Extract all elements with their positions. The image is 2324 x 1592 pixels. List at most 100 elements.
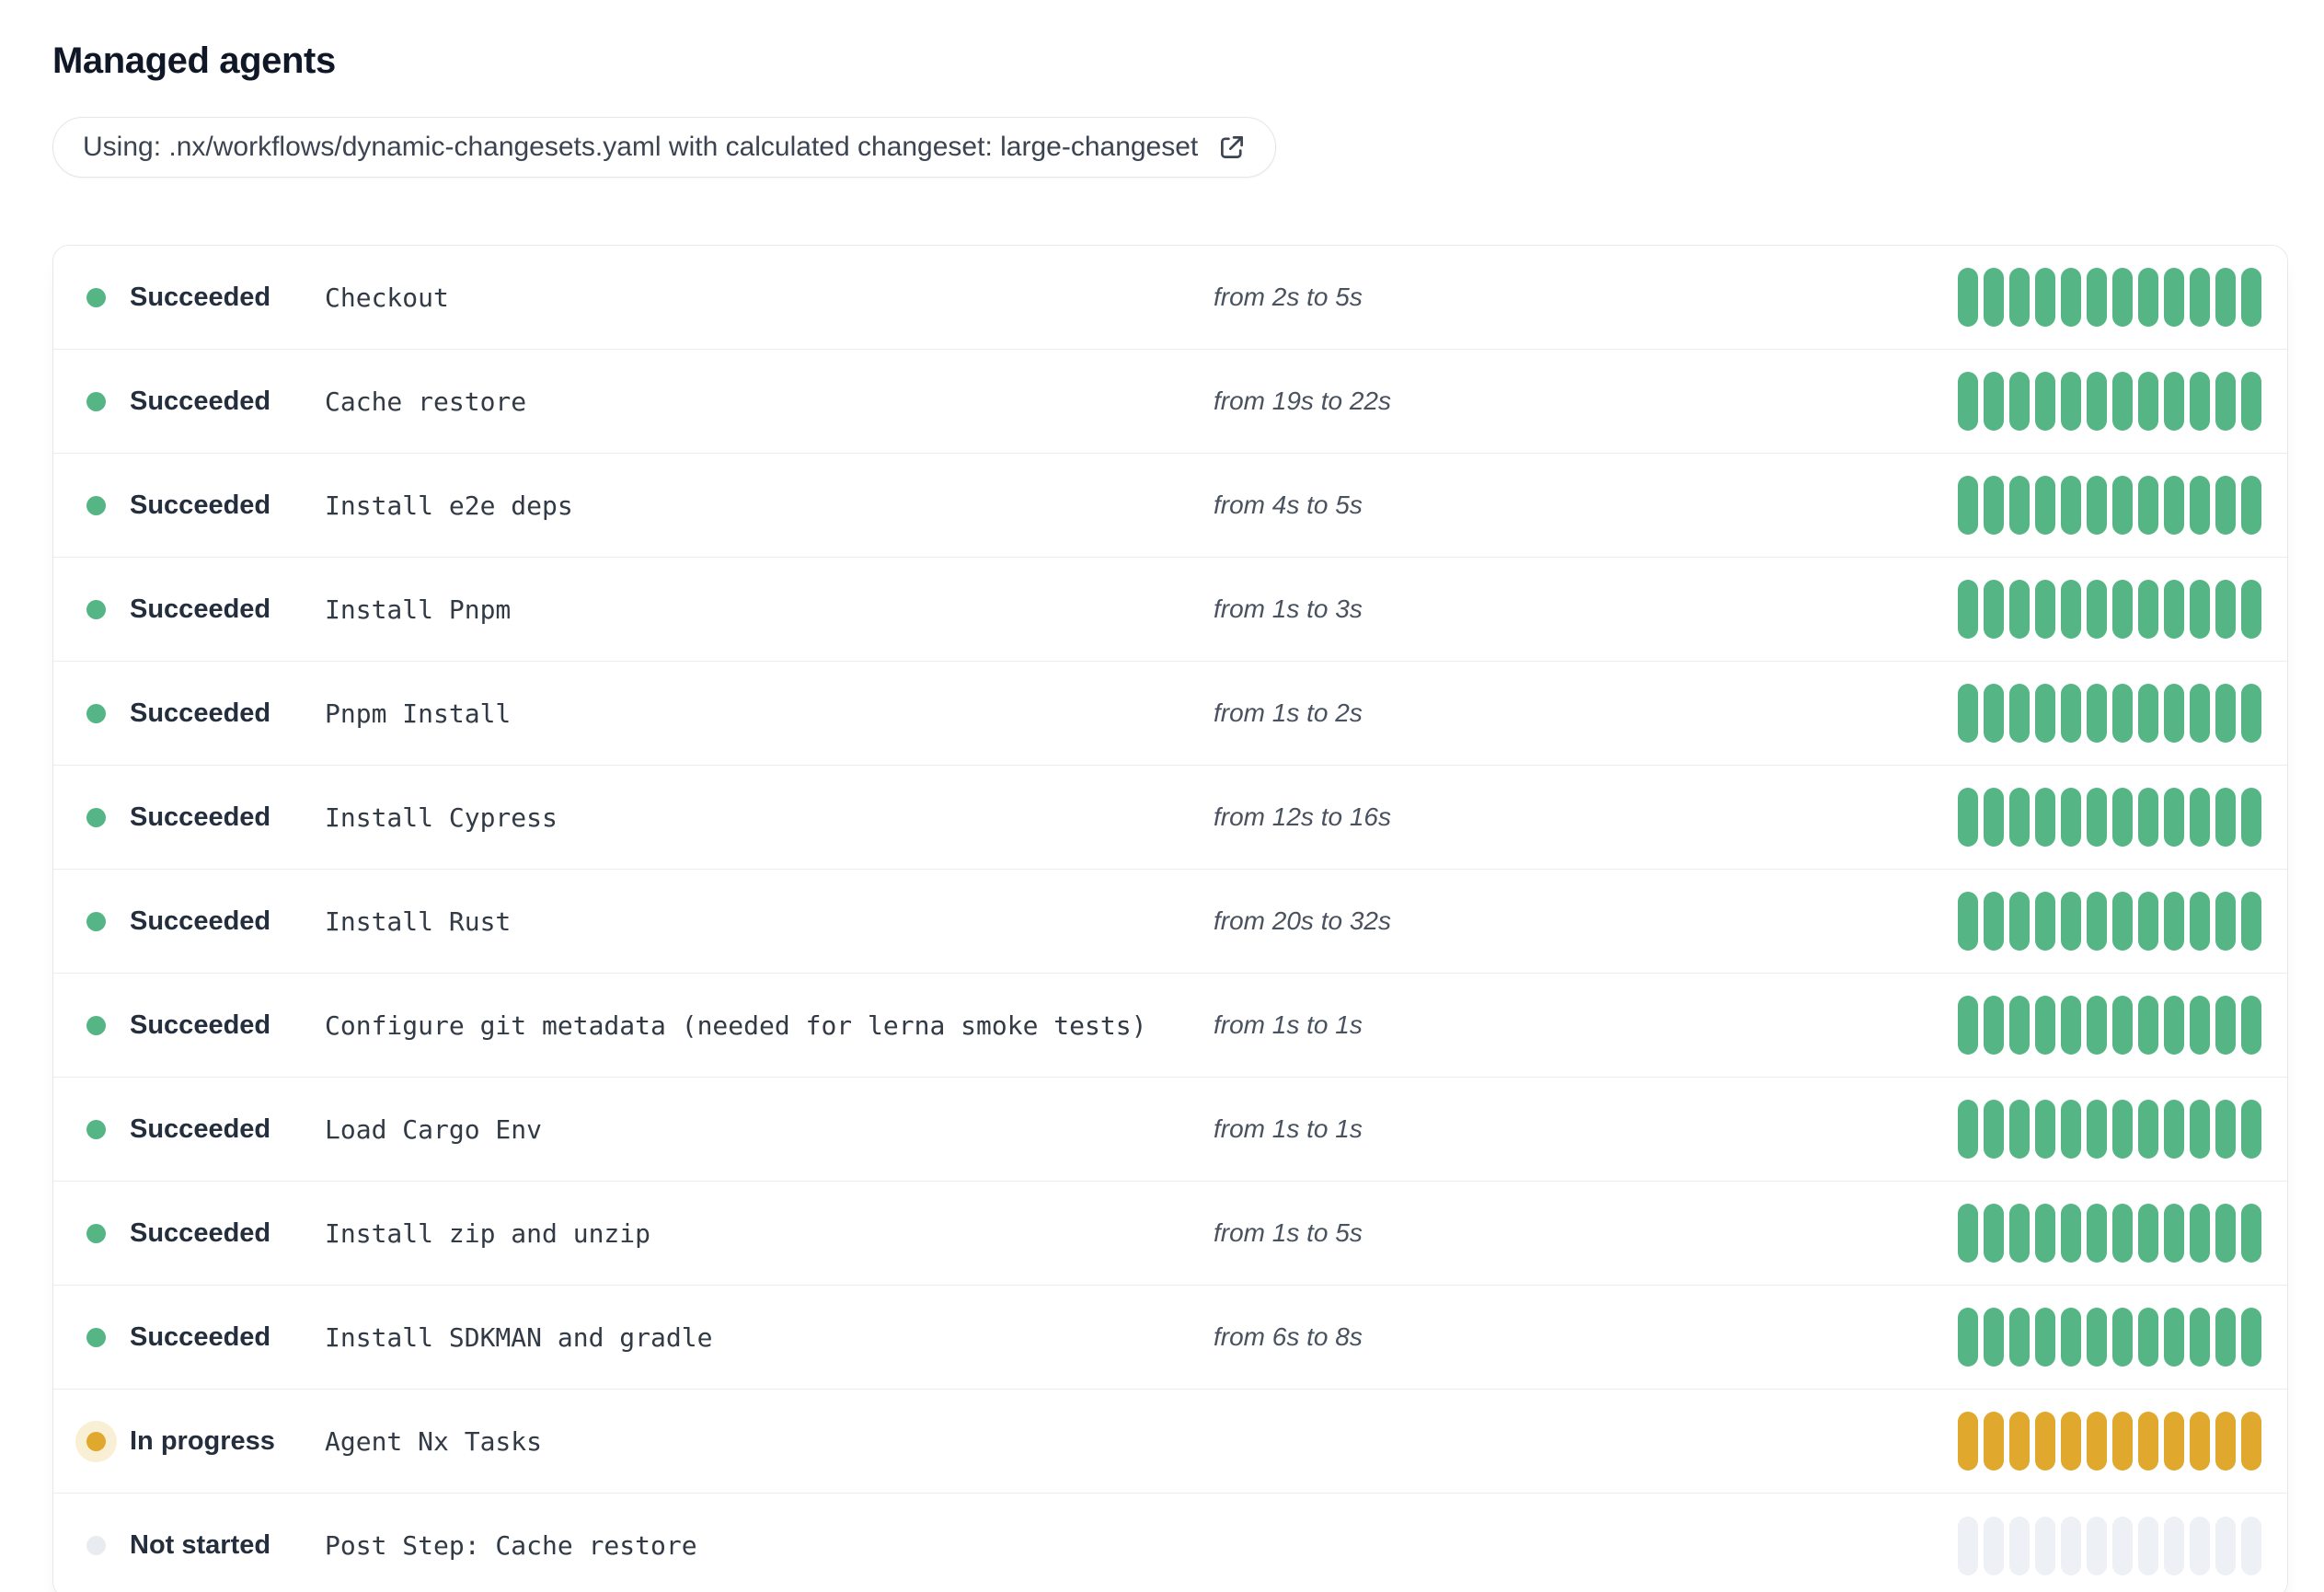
progress-bar: [1958, 1204, 2261, 1263]
progress-segment: [2009, 372, 2030, 431]
status-dot-succeeded: [86, 1223, 106, 1243]
step-timing: from 2s to 5s: [1214, 283, 1363, 311]
progress-segment: [2138, 372, 2158, 431]
progress-segment: [2009, 580, 2030, 639]
agent-row-succeeded[interactable]: Succeeded Install Pnpm from 1s to 3s: [53, 558, 2287, 662]
step-name: Install zip and unzip: [325, 1217, 651, 1249]
progress-segment: [2215, 1204, 2236, 1263]
progress-bar: [1958, 996, 2261, 1055]
progress-segment: [2009, 788, 2030, 847]
agent-row-succeeded[interactable]: Succeeded Load Cargo Env from 1s to 1s: [53, 1078, 2287, 1182]
external-link-icon[interactable]: [1216, 132, 1248, 163]
progress-segment: [2087, 580, 2107, 639]
progress-segment: [2190, 1204, 2210, 1263]
agent-row-succeeded[interactable]: Succeeded Pnpm Install from 1s to 2s: [53, 662, 2287, 766]
progress-segment: [2241, 1204, 2261, 1263]
progress-segment: [2009, 1308, 2030, 1367]
progress-segment: [1958, 580, 1978, 639]
agent-row-succeeded[interactable]: Succeeded Install Rust from 20s to 32s: [53, 870, 2287, 974]
progress-segment: [1958, 788, 1978, 847]
progress-segment: [2112, 788, 2133, 847]
progress-segment: [2035, 1412, 2055, 1471]
status-dot-succeeded: [86, 703, 106, 723]
step-name: Pnpm Install: [325, 698, 512, 729]
progress-segment: [1958, 1516, 1978, 1575]
status-label: Succeeded: [130, 1321, 271, 1352]
progress-bar: [1958, 372, 2261, 431]
status-label: Succeeded: [130, 698, 271, 728]
status-dot-succeeded: [86, 1015, 106, 1035]
progress-segment: [2164, 1204, 2184, 1263]
progress-segment: [2087, 1516, 2107, 1575]
progress-bar: [1958, 1100, 2261, 1159]
progress-segment: [2215, 1516, 2236, 1575]
progress-segment: [2190, 268, 2210, 327]
step-timing: from 4s to 5s: [1214, 490, 1363, 519]
progress-segment: [2112, 1412, 2133, 1471]
progress-segment: [1984, 892, 2004, 951]
step-timing: from 1s to 1s: [1214, 1114, 1363, 1143]
step-name: Install Rust: [325, 906, 512, 937]
progress-segment: [1958, 1204, 1978, 1263]
progress-segment: [1958, 1100, 1978, 1159]
progress-segment: [2241, 268, 2261, 327]
progress-segment: [2241, 580, 2261, 639]
progress-segment: [1958, 996, 1978, 1055]
status-dot-in-progress: [86, 1431, 106, 1451]
progress-segment: [2138, 996, 2158, 1055]
status-label: Succeeded: [130, 906, 271, 936]
progress-segment: [2061, 892, 2081, 951]
step-name: Checkout: [325, 282, 449, 313]
progress-segment: [2087, 372, 2107, 431]
agent-row-in-progress[interactable]: In progress Agent Nx Tasks: [53, 1390, 2287, 1494]
agent-row-not-started[interactable]: Not started Post Step: Cache restore: [53, 1494, 2287, 1592]
progress-segment: [1984, 580, 2004, 639]
step-name: Install Pnpm: [325, 594, 512, 625]
progress-segment: [2241, 996, 2261, 1055]
step-name: Install e2e deps: [325, 490, 573, 521]
progress-segment: [2190, 372, 2210, 431]
progress-segment: [1958, 372, 1978, 431]
progress-segment: [2190, 684, 2210, 743]
agent-row-succeeded[interactable]: Succeeded Install Cypress from 12s to 16…: [53, 766, 2287, 870]
progress-segment: [2035, 1100, 2055, 1159]
progress-segment: [2190, 476, 2210, 535]
progress-segment: [2061, 1412, 2081, 1471]
progress-segment: [1984, 788, 2004, 847]
agent-row-succeeded[interactable]: Succeeded Cache restore from 19s to 22s: [53, 350, 2287, 454]
progress-segment: [2138, 684, 2158, 743]
status-dot-succeeded: [86, 599, 106, 619]
agent-row-succeeded[interactable]: Succeeded Configure git metadata (needed…: [53, 974, 2287, 1078]
step-timing: from 1s to 5s: [1214, 1218, 1363, 1247]
progress-bar: [1958, 1412, 2261, 1471]
step-timing: from 12s to 16s: [1214, 802, 1391, 831]
progress-segment: [1958, 268, 1978, 327]
progress-segment: [1984, 1516, 2004, 1575]
agent-row-succeeded[interactable]: Succeeded Install zip and unzip from 1s …: [53, 1182, 2287, 1286]
progress-segment: [2009, 1516, 2030, 1575]
workflow-banner[interactable]: Using: .nx/workflows/dynamic-changesets.…: [52, 117, 1277, 178]
progress-segment: [2035, 1308, 2055, 1367]
progress-segment: [2112, 1100, 2133, 1159]
agents-card: Succeeded Checkout from 2s to 5s Succeed…: [52, 245, 2288, 1592]
agent-row-succeeded[interactable]: Succeeded Install SDKMAN and gradle from…: [53, 1286, 2287, 1390]
progress-bar: [1958, 684, 2261, 743]
agent-row-succeeded[interactable]: Succeeded Install e2e deps from 4s to 5s: [53, 454, 2287, 558]
page-title: Managed agents: [52, 40, 336, 81]
progress-segment: [2087, 1412, 2107, 1471]
progress-segment: [2009, 1412, 2030, 1471]
progress-segment: [2009, 892, 2030, 951]
progress-segment: [2190, 1412, 2210, 1471]
status-dot-succeeded: [86, 911, 106, 931]
progress-segment: [2061, 1516, 2081, 1575]
progress-segment: [2164, 476, 2184, 535]
agent-row-succeeded[interactable]: Succeeded Checkout from 2s to 5s: [53, 246, 2287, 350]
progress-segment: [2190, 996, 2210, 1055]
progress-segment: [2009, 684, 2030, 743]
progress-segment: [2215, 1308, 2236, 1367]
step-name: Cache restore: [325, 386, 527, 417]
progress-segment: [1984, 996, 2004, 1055]
progress-segment: [2087, 1204, 2107, 1263]
progress-segment: [2138, 1412, 2158, 1471]
workflow-banner-text: Using: .nx/workflows/dynamic-changesets.…: [83, 132, 1199, 162]
